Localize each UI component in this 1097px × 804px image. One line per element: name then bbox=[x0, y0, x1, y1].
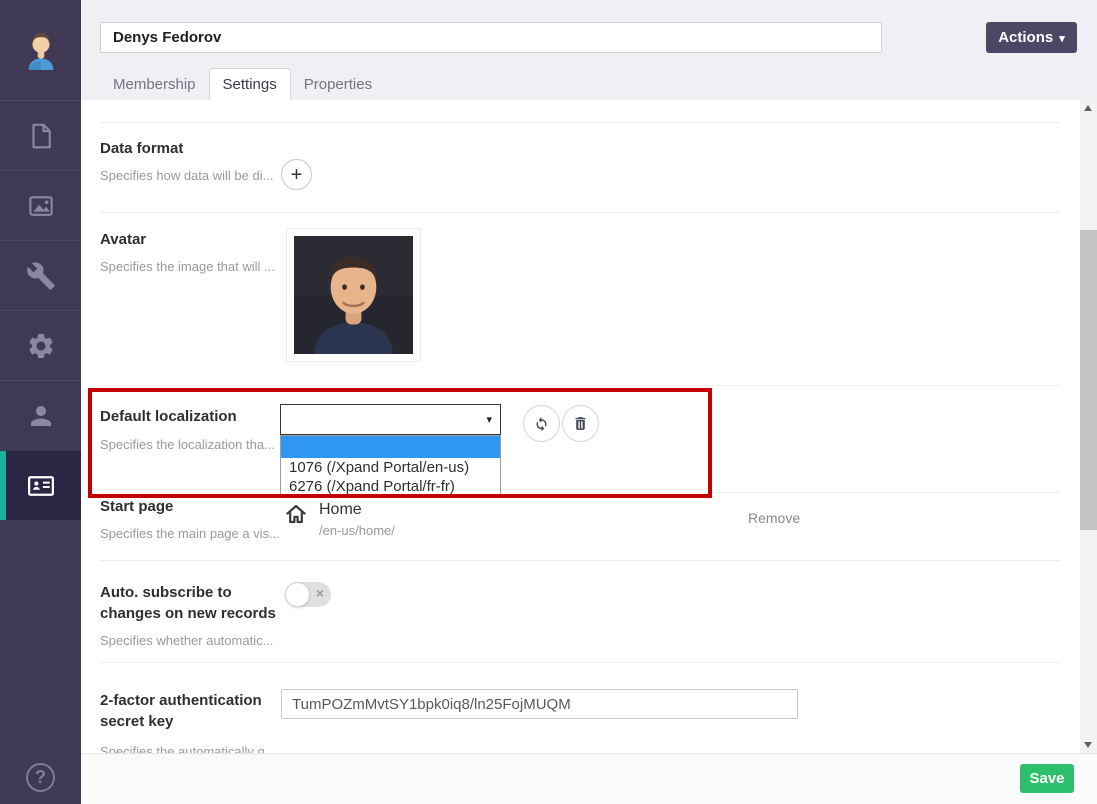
localization-dropdown-list: 1076 (/Xpand Portal/en-us) 6276 (/Xpand … bbox=[280, 435, 501, 497]
two-factor-secret-input[interactable] bbox=[281, 689, 798, 719]
auto-subscribe-toggle[interactable]: × bbox=[285, 582, 331, 607]
contact-card-icon bbox=[26, 471, 56, 501]
help-icon[interactable]: ? bbox=[26, 763, 55, 792]
section-divider bbox=[100, 492, 1060, 493]
default-localization-select[interactable]: ▾ bbox=[280, 404, 501, 435]
sidebar-item-pages[interactable] bbox=[0, 100, 81, 170]
start-page-label: Start page bbox=[100, 496, 173, 517]
sidebar-item-media[interactable] bbox=[0, 170, 81, 240]
actions-button[interactable]: Actions ▾ bbox=[986, 22, 1077, 53]
dropdown-option-en-us[interactable]: 1076 (/Xpand Portal/en-us) bbox=[281, 458, 500, 477]
remove-start-page-link[interactable]: Remove bbox=[748, 510, 800, 526]
tab-membership[interactable]: Membership bbox=[100, 69, 209, 100]
sidebar-item-users[interactable] bbox=[0, 380, 81, 450]
two-factor-description: Specifies the automatically g... bbox=[100, 744, 276, 753]
delete-button[interactable] bbox=[562, 405, 599, 442]
wrench-icon bbox=[26, 261, 56, 291]
data-format-label: Data format bbox=[100, 138, 183, 159]
tab-settings[interactable]: Settings bbox=[209, 68, 291, 100]
toggle-off-icon: × bbox=[316, 585, 324, 601]
tab-properties[interactable]: Properties bbox=[291, 69, 385, 100]
current-user-avatar[interactable] bbox=[0, 0, 81, 100]
sidebar-item-settings[interactable] bbox=[0, 310, 81, 380]
section-divider bbox=[100, 212, 1060, 213]
document-icon bbox=[26, 121, 56, 151]
toggle-knob bbox=[285, 582, 310, 607]
person-icon bbox=[26, 401, 56, 431]
dropdown-option-fr-fr[interactable]: 6276 (/Xpand Portal/fr-fr) bbox=[281, 477, 500, 496]
avatar-description: Specifies the image that will ... bbox=[100, 259, 275, 274]
form-footer: Save bbox=[81, 753, 1097, 804]
save-button[interactable]: Save bbox=[1020, 764, 1074, 793]
dropdown-option-empty[interactable] bbox=[281, 436, 500, 458]
start-page-title[interactable]: Home bbox=[319, 501, 362, 519]
refresh-button[interactable] bbox=[523, 405, 560, 442]
refresh-icon bbox=[533, 415, 550, 432]
portrait-photo bbox=[294, 236, 413, 354]
gear-icon bbox=[26, 331, 56, 361]
user-avatar-illustration bbox=[22, 27, 60, 73]
sidebar: ? bbox=[0, 0, 81, 804]
data-format-description: Specifies how data will be di... bbox=[100, 168, 273, 183]
scroll-up-arrow[interactable] bbox=[1080, 100, 1097, 116]
record-name-input[interactable] bbox=[100, 22, 882, 53]
section-divider bbox=[100, 662, 1060, 663]
default-localization-label: Default localization bbox=[100, 406, 237, 427]
home-icon bbox=[284, 502, 308, 526]
avatar-label: Avatar bbox=[100, 229, 146, 250]
actions-button-label: Actions bbox=[998, 29, 1053, 46]
image-icon bbox=[26, 191, 56, 221]
auto-subscribe-description: Specifies whether automatic... bbox=[100, 633, 273, 648]
start-page-path: /en-us/home/ bbox=[319, 523, 395, 538]
scroll-down-arrow[interactable] bbox=[1080, 737, 1097, 753]
start-page-description: Specifies the main page a vis... bbox=[100, 526, 280, 541]
settings-form: Data format Specifies how data will be d… bbox=[81, 100, 1080, 753]
vertical-scrollbar[interactable] bbox=[1080, 100, 1097, 753]
section-divider bbox=[100, 385, 1060, 386]
add-data-format-button[interactable]: + bbox=[281, 159, 312, 190]
default-localization-description: Specifies the localization tha... bbox=[100, 437, 275, 452]
avatar-image[interactable] bbox=[286, 228, 421, 362]
sidebar-item-contacts[interactable] bbox=[0, 450, 81, 520]
scrollbar-thumb[interactable] bbox=[1080, 230, 1097, 530]
active-item-accent-bar bbox=[0, 451, 6, 520]
two-factor-label: 2-factor authentication secret key bbox=[100, 690, 280, 732]
page-header: Actions ▾ Membership Settings Properties bbox=[81, 0, 1097, 100]
sidebar-item-tools[interactable] bbox=[0, 240, 81, 310]
section-divider bbox=[100, 122, 1060, 123]
tab-bar: Membership Settings Properties bbox=[100, 68, 385, 100]
chevron-down-icon: ▾ bbox=[1059, 32, 1065, 45]
plus-icon: + bbox=[291, 165, 303, 185]
auto-subscribe-label: Auto. subscribe to changes on new record… bbox=[100, 582, 278, 624]
trash-icon bbox=[572, 415, 589, 432]
section-divider bbox=[100, 560, 1060, 561]
select-caret-icon: ▾ bbox=[486, 413, 492, 426]
